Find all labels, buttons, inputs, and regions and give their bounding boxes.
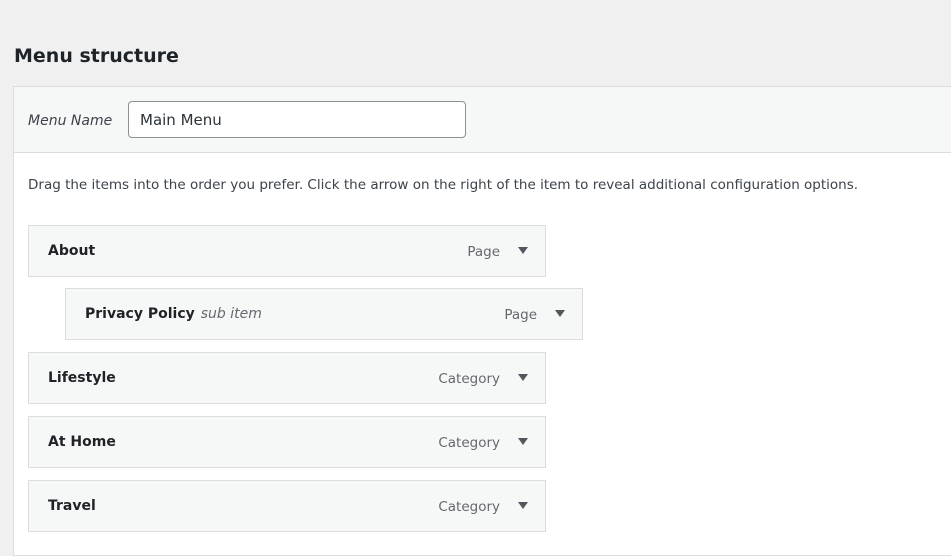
menu-item-type: Page [504,307,537,323]
menu-item-lifestyle[interactable]: Lifestyle Category [28,352,546,404]
menu-item-at-home[interactable]: At Home Category [28,416,546,468]
menu-name-header: Menu Name [14,87,951,153]
menu-item-title: At Home [48,434,116,450]
triangle-down-icon[interactable] [550,303,570,325]
menu-item-travel[interactable]: Travel Category [28,480,546,532]
menu-item-privacy-policy[interactable]: Privacy Policy sub item Page [65,288,583,340]
menu-structure-panel: Menu Name Drag the items into the order … [13,86,951,556]
sub-item-label: sub item [200,306,262,322]
menu-item-title: About [48,243,96,259]
instructions-text: Drag the items into the order you prefer… [28,177,859,193]
triangle-down-icon[interactable] [513,240,533,262]
page-title: Menu structure [14,45,179,67]
menu-item-title: Privacy Policy sub item [85,306,262,322]
menu-item-type: Category [438,371,500,387]
menu-name-label: Menu Name [28,113,113,129]
menu-item-title: Travel [48,498,96,514]
menu-item-title: Lifestyle [48,370,116,386]
menu-name-input[interactable] [128,101,466,138]
menu-item-type: Category [438,435,500,451]
triangle-down-icon[interactable] [513,495,533,517]
triangle-down-icon[interactable] [513,367,533,389]
triangle-down-icon[interactable] [513,431,533,453]
menu-item-type: Page [467,244,500,260]
menu-item-about[interactable]: About Page [28,225,546,277]
menu-item-type: Category [438,499,500,515]
